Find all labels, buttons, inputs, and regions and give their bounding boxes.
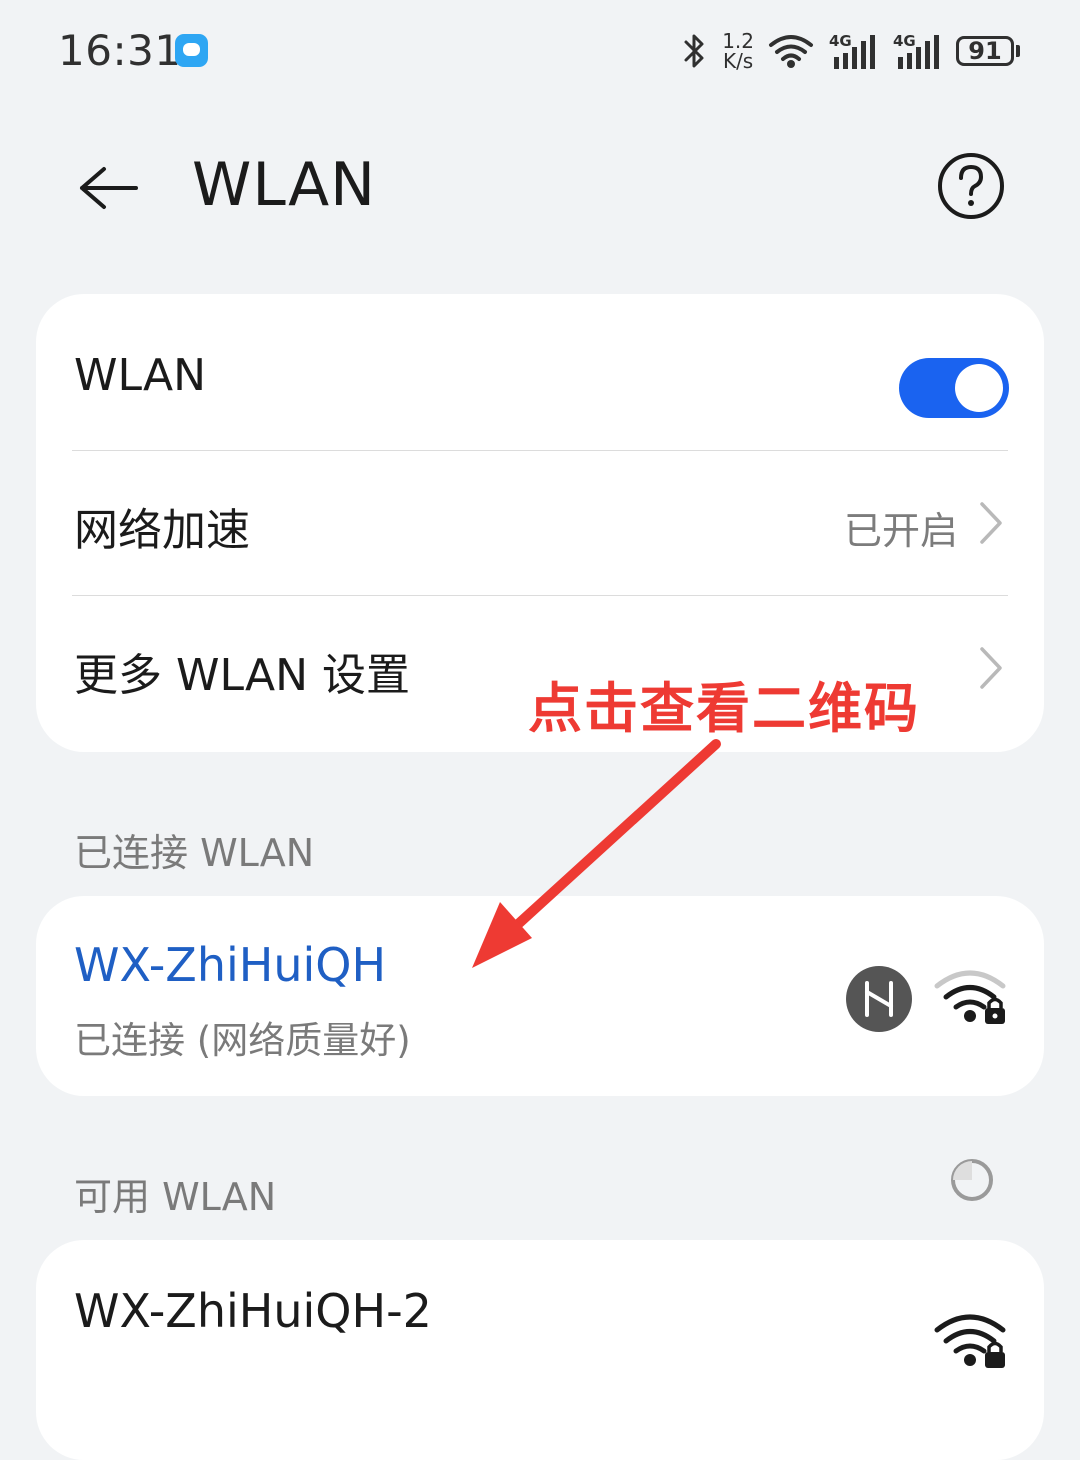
battery-level: 91 (956, 36, 1014, 66)
status-time: 16:31 (58, 26, 182, 75)
chevron-right-icon (980, 647, 1002, 689)
connected-network-status: 已连接 (网络质量好) (74, 1019, 411, 1062)
status-indicators: 1.2 K/s 4G 4G 91 (682, 28, 1020, 74)
wifi-lock-icon (934, 1314, 1006, 1368)
more-wlan-settings-label: 更多 WLAN 设置 (74, 650, 411, 701)
signal-4g-icon: 4G (893, 32, 939, 69)
scan-icon[interactable] (950, 1158, 994, 1202)
wlan-label: WLAN (74, 350, 207, 401)
back-arrow-icon[interactable] (74, 155, 140, 221)
connected-section-title: 已连接 WLAN (74, 831, 315, 875)
network-acceleration-value: 已开启 (843, 509, 958, 553)
status-bar: 16:31 1.2 K/s 4G 4G 91 (0, 0, 1080, 100)
sim2-label: 4G (893, 32, 916, 50)
connected-network-name: WX-ZhiHuiQH (74, 938, 387, 992)
network-acceleration-row[interactable]: 网络加速 已开启 (36, 450, 1044, 596)
network-speed-unit: K/s (722, 49, 754, 73)
harmony-share-icon[interactable] (846, 966, 912, 1032)
network-speed: 1.2 K/s (722, 31, 754, 71)
wlan-toggle[interactable] (899, 358, 1009, 418)
annotation-arrow-icon (472, 739, 721, 968)
toggle-knob (955, 364, 1003, 412)
chevron-right-icon (980, 502, 1002, 544)
wifi-lock-icon (934, 970, 1006, 1024)
battery-tip (1016, 45, 1020, 57)
sim1-label: 4G (829, 32, 852, 50)
bluetooth-icon (684, 34, 704, 68)
network-acceleration-label: 网络加速 (74, 505, 250, 556)
battery-icon: 91 (956, 36, 1020, 66)
page-title: WLAN (192, 150, 377, 220)
available-network-name: WX-ZhiHuiQH-2 (74, 1284, 432, 1338)
wlan-toggle-row[interactable]: WLAN (36, 304, 1044, 450)
signal-4g-icon: 4G (829, 32, 875, 69)
wifi-status-icon (769, 35, 813, 68)
message-icon (175, 34, 208, 67)
help-icon[interactable] (937, 152, 1005, 220)
available-section-title: 可用 WLAN (74, 1175, 277, 1219)
network-speed-value: 1.2 (722, 29, 754, 53)
available-network-item[interactable]: WX-ZhiHuiQH-2 (36, 1240, 1044, 1460)
